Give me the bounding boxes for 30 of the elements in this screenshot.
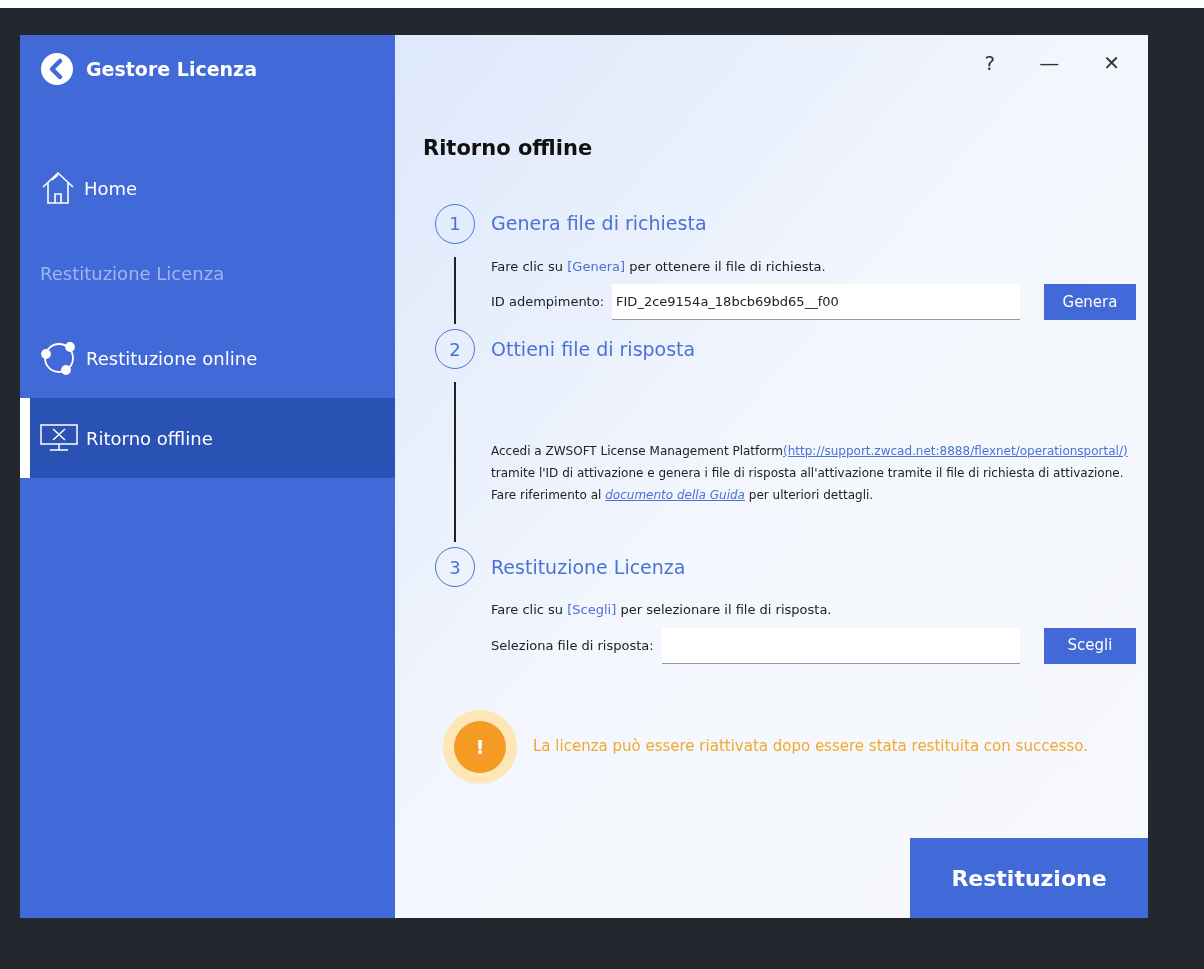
house-icon <box>40 170 76 206</box>
field-label: Seleziona file di risposta: <box>491 636 654 655</box>
section-heading: Restituzione Licenza <box>40 261 225 286</box>
step-title: Restituzione Licenza <box>491 554 686 580</box>
window-control-button[interactable]: ? <box>980 47 1000 79</box>
back-icon[interactable] <box>40 52 74 86</box>
restituzione-button[interactable]: Restituzione <box>910 838 1148 918</box>
field-label: ID adempimento: <box>491 293 605 312</box>
instruction-text: Fare clic su [Genera] per ottenere il file di richiesta. <box>491 257 827 276</box>
circle-nodes-icon <box>40 339 78 377</box>
warning-text: La licenza può essere riattivata dopo essere stata restituita con successo. <box>533 736 1088 758</box>
text-field[interactable] <box>661 627 1020 664</box>
guide-link[interactable]: documento della Guida <box>605 488 745 502</box>
text-field[interactable]: FID_2ce9154a_18bcb69bd65__f00 <box>612 284 1020 320</box>
step-title: Ottieni file di risposta <box>491 336 696 362</box>
instruction-paragraph: Accedi a ZWSOFT License Management Platform(http://support.zwcad.net:8888/flexnet/operationsportal/) tramite l'ID di attivazione e genera i file di risposta all'attivazione tramite il file di richiesta di attivazione. Fare riferimento al documento della Guida per ulteriori dettagli. <box>491 443 1129 504</box>
warning-icon: ! <box>454 720 506 773</box>
url-link[interactable]: (http://support.zwcad.net:8888/flexnet/operationsportal/) <box>783 444 1128 458</box>
window-control-button[interactable]: — <box>1035 47 1064 79</box>
instruction-text: Fare clic su [Scegli] per selezionare il file di risposta. <box>491 601 833 619</box>
action-button[interactable]: Scegli <box>1044 627 1136 664</box>
monitor-x-icon <box>40 424 78 452</box>
step-title: Genera file di richiesta <box>491 211 707 237</box>
nav-item[interactable]: Restituzione online <box>20 318 395 398</box>
page-title: Ritorno offline <box>423 135 593 162</box>
nav-item[interactable]: Ritorno offline <box>20 398 395 478</box>
nav-item[interactable]: Home <box>20 148 395 228</box>
app-title: Gestore Licenza <box>86 56 257 82</box>
window-control-button[interactable]: ✕ <box>1099 47 1124 79</box>
action-button[interactable]: Genera <box>1044 284 1136 320</box>
